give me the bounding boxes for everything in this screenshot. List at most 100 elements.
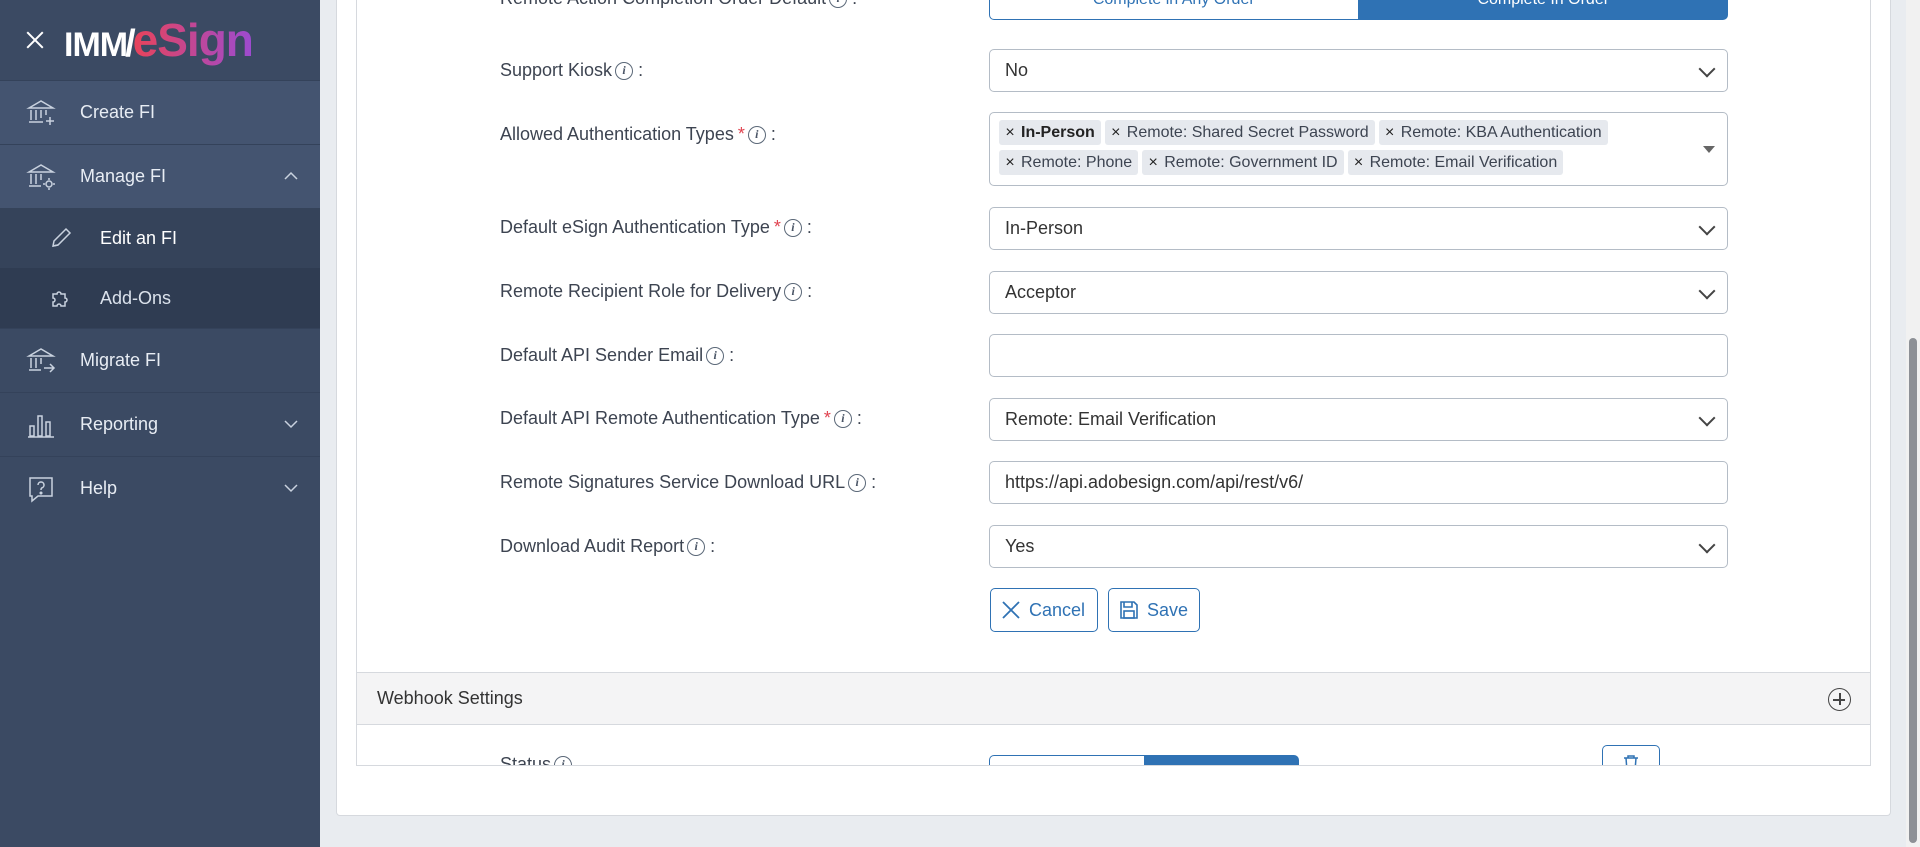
input-value: https://api.adobesign.com/api/rest/v6/ [1005,472,1304,492]
sidebar-item-label: Add-Ons [100,287,172,308]
info-icon[interactable]: i [848,473,867,492]
expand-plus-icon[interactable] [1828,688,1851,711]
info-icon[interactable]: i [747,125,766,144]
auth-chip: × In-Person [999,120,1101,145]
label-text: Default API Remote Authentication Type [500,408,820,428]
status-toggle-on[interactable] [1145,755,1299,765]
info-icon[interactable]: i [706,346,725,365]
button-label: Save [1147,599,1189,620]
info-icon[interactable]: i [784,282,803,301]
sidebar-item-create-fi[interactable]: Create FI [0,80,320,144]
remove-chip-icon[interactable]: × [1348,154,1370,172]
sidebar-item-migrate-fi[interactable]: Migrate FI [0,328,320,392]
status-toggle-off[interactable] [989,755,1145,765]
recipient-role-select[interactable]: Acceptor [989,271,1728,314]
close-sidebar-icon[interactable] [24,29,46,51]
sidebar-item-reporting[interactable]: Reporting [0,392,320,456]
select-value: No [1005,60,1029,80]
download-url-input[interactable]: https://api.adobesign.com/api/rest/v6/ [989,461,1728,504]
complete-any-order-option[interactable]: Complete in Any Order [989,0,1359,20]
help-bubble-icon [26,474,56,504]
completion-order-label: Remote Action Completion Order Defaulti: [500,0,857,9]
remove-chip-icon[interactable]: × [1105,124,1127,142]
save-button[interactable]: Save [1108,588,1200,632]
sidebar-item-manage-fi[interactable]: Manage FI [0,144,320,208]
sidebar-item-add-ons[interactable]: Add-Ons [0,268,320,328]
trash-icon [1624,755,1638,765]
chevron-down-icon [1698,536,1716,553]
info-icon[interactable]: i [829,0,848,8]
label-text: Remote Signatures Service Download URL [500,472,846,492]
logo-esign: eSign [132,14,254,66]
select-value: Acceptor [1005,282,1077,302]
completion-order-row: Remote Action Completion Order Defaulti:… [357,0,1870,20]
default-esign-auth-select[interactable]: In-Person [989,207,1728,250]
select-value: Yes [1005,536,1035,556]
select-value: In-Person [1005,218,1084,238]
sidebar-item-label: Manage FI [80,166,167,186]
label-colon: : [871,472,877,492]
info-icon[interactable]: i [687,537,706,556]
label-colon: : [770,124,776,144]
label-colon: : [729,345,735,365]
cancel-button[interactable]: Cancel [990,588,1098,632]
sidebar-item-label: Help [80,478,118,498]
sidebar-item-label: Edit an FI [100,227,178,248]
audit-report-select[interactable]: Yes [989,525,1728,568]
chip-label: Remote: Phone [1021,153,1133,171]
sidebar-item-help[interactable]: Help [0,456,320,520]
dropdown-caret-icon[interactable] [1703,146,1715,153]
label-colon: : [807,281,813,301]
api-remote-auth-select[interactable]: Remote: Email Verification [989,398,1728,441]
auth-chip: × Remote: Phone [999,150,1139,175]
remove-chip-icon[interactable]: × [999,154,1021,172]
chevron-down-icon [1698,218,1716,235]
support-kiosk-select[interactable]: No [989,49,1728,92]
chip-label: Remote: Government ID [1164,153,1338,171]
sidebar-item-edit-fi[interactable]: Edit an FI [0,208,320,268]
remove-chip-icon[interactable]: × [1142,154,1164,172]
app-logo: IMM / eSign [64,13,254,67]
info-icon[interactable]: i [833,409,852,428]
puzzle-icon [48,285,74,311]
support-kiosk-label: Support Kiosk i: [500,60,643,81]
info-icon[interactable]: i [783,218,802,237]
allowed-auth-multiselect[interactable]: × In-Person × Remote: Shared Secret Passwor… [989,112,1728,186]
complete-in-order-option[interactable]: Complete In Order [1358,0,1728,20]
chip-label: Remote: Shared Secret Password [1126,123,1369,141]
fi-settings-form: Remote Action Completion Order Defaulti:… [356,0,1871,766]
label-text: Remote Action Completion Order Default [500,0,826,9]
label-text: Default eSign Authentication Type [500,217,770,237]
chevron-down-icon [1698,282,1716,299]
bar-chart-icon [26,410,56,440]
label-text: Allowed Authentication Types [500,124,734,144]
sidebar-item-label: Reporting [80,414,159,434]
label-colon: : [852,0,857,9]
delete-webhook-button[interactable] [1602,745,1660,765]
auth-chip: × Remote: KBA Authentication [1378,120,1608,145]
scrollbar-thumb[interactable] [1909,338,1917,843]
required-marker: * [823,408,831,428]
info-icon[interactable]: i [615,61,634,80]
chip-label: In-Person [1021,123,1095,141]
chevron-up-icon [284,171,298,180]
button-label: Cancel [1029,599,1086,620]
chip-label: Remote: KBA Authentication [1400,123,1602,141]
api-sender-email-input[interactable] [989,334,1728,377]
page-scrollbar[interactable] [1906,0,1920,847]
save-icon [1119,600,1139,620]
completion-order-toggle: Complete in Any Order Complete In Order [989,0,1728,20]
recipient-role-label: Remote Recipient Role for Delivery i: [500,281,812,302]
bank-arrow-icon [26,346,56,376]
label-colon: : [856,408,862,428]
sidebar: IMM / eSign Create FI Manage FI Edit an FI… [0,0,320,847]
webhook-status-toggle[interactable] [989,755,1299,765]
label-colon: : [806,217,812,237]
label-colon: : [638,60,644,80]
info-icon[interactable]: i [554,755,573,765]
remove-chip-icon[interactable]: × [999,124,1021,142]
remove-chip-icon[interactable]: × [1379,124,1401,142]
default-esign-auth-label: Default eSign Authentication Type * i: [500,217,812,238]
webhook-settings-header[interactable]: Webhook Settings [357,672,1870,725]
required-marker: * [773,217,781,237]
